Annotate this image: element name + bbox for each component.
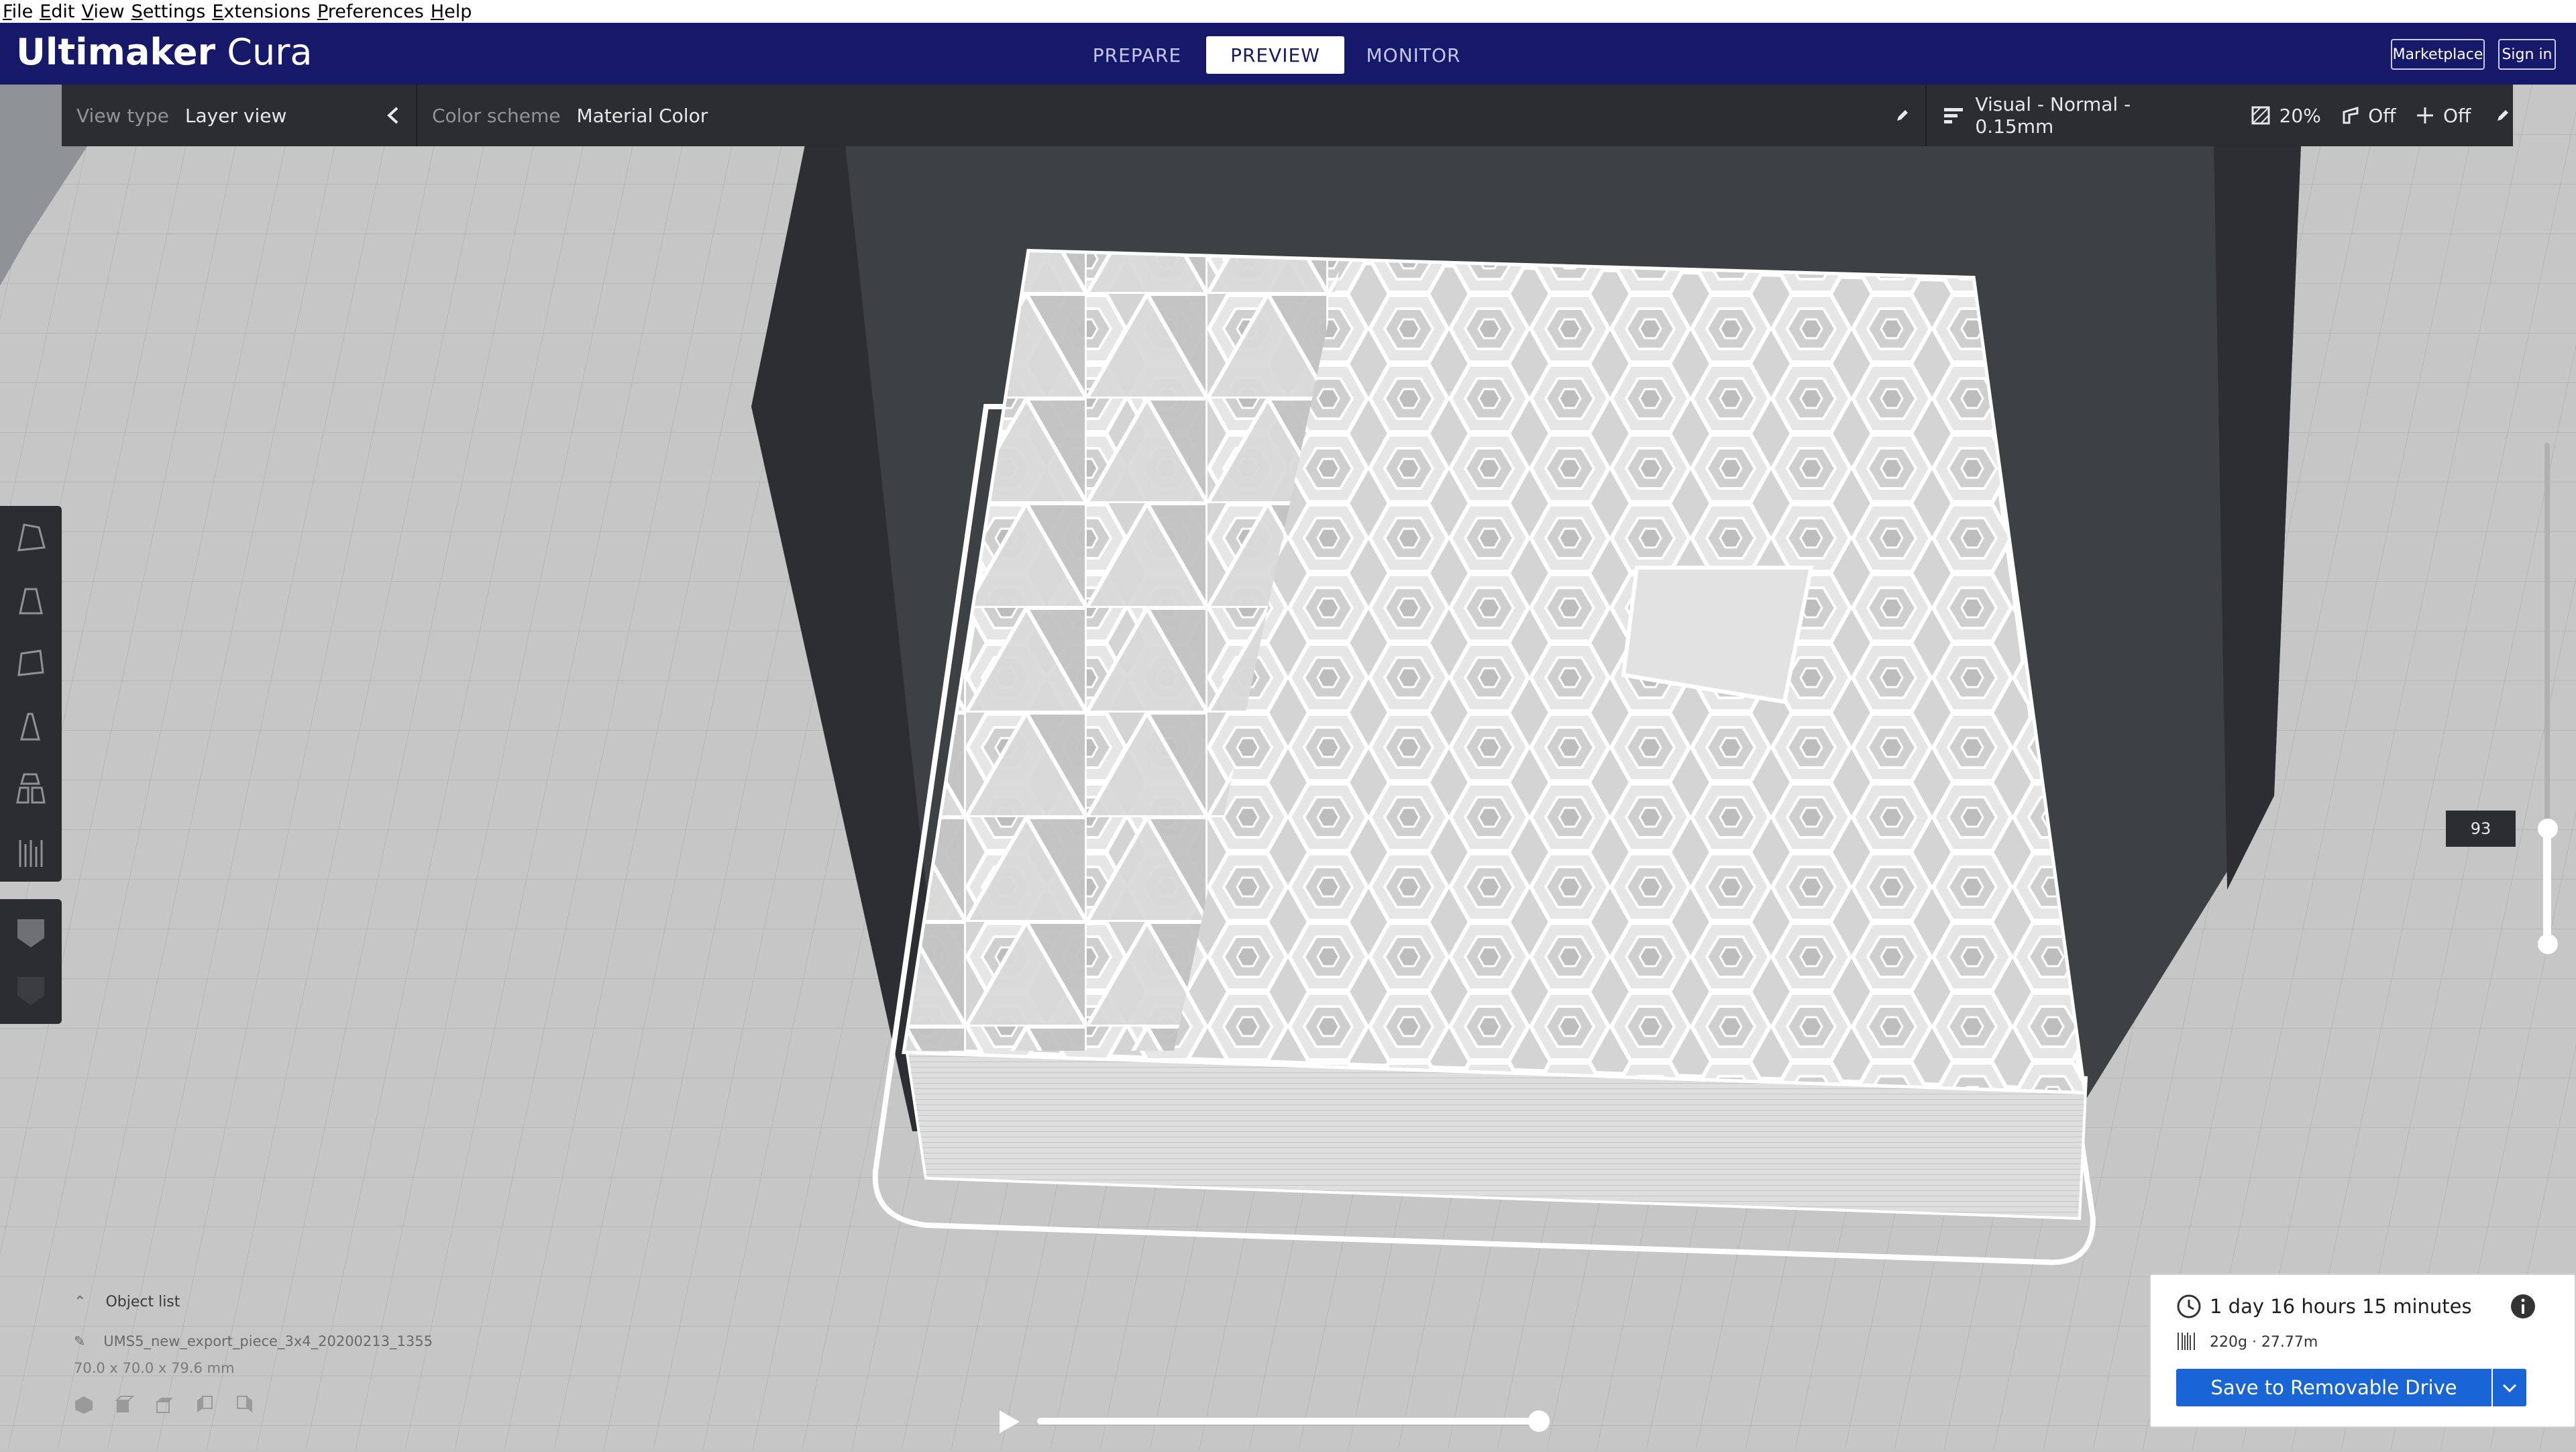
save-to-removable-drive-button[interactable]: Save to Removable Drive (2176, 1369, 2491, 1406)
scale-tool-icon[interactable] (12, 581, 50, 619)
app-logo: Ultimaker Cura (16, 31, 313, 73)
layer-slider-lower-handle[interactable] (2538, 934, 2558, 954)
path-slider-track[interactable] (1037, 1418, 1539, 1424)
pencil-icon: ✎ (74, 1333, 86, 1349)
profile-icon (1944, 108, 1963, 123)
infill-icon (2251, 106, 2270, 125)
transform-tools (0, 506, 62, 882)
extruder-2-icon[interactable] (12, 972, 50, 1009)
app-header: Ultimaker Cura PREPARE PREVIEW MONITOR M… (0, 23, 2576, 85)
layer-slider-range (2543, 829, 2551, 945)
spool-icon (2178, 1333, 2195, 1350)
color-scheme-selector[interactable]: Color scheme Material Color (432, 85, 708, 146)
object-filename: UMS5_new_export_piece_3x4_20200213_1355 (103, 1333, 433, 1349)
top-view-icon[interactable] (154, 1395, 174, 1415)
clock-icon (2177, 1294, 2201, 1318)
mirror-tool-icon[interactable] (12, 707, 50, 745)
rotate-tool-icon[interactable] (12, 644, 50, 682)
settings-pencil-icon[interactable] (2495, 107, 2513, 123)
support-value: Off (2368, 104, 2396, 127)
right-view-icon[interactable] (235, 1395, 255, 1415)
layer-slider-upper-handle[interactable] (2538, 819, 2558, 839)
stage-tabs: PREPARE PREVIEW MONITOR (1068, 36, 1483, 74)
adhesion-icon (2416, 107, 2433, 123)
support-blocker-icon[interactable] (12, 833, 50, 871)
color-scheme-value: Material Color (576, 104, 708, 127)
left-view-icon[interactable] (195, 1395, 215, 1415)
view-type-selector[interactable]: View type Layer view (76, 85, 286, 146)
pencil-icon[interactable] (1894, 85, 1911, 146)
marketplace-button[interactable]: Marketplace (2391, 39, 2485, 70)
info-icon[interactable] (2510, 1294, 2536, 1319)
logo-brand: Ultimaker (16, 31, 216, 73)
extruder-1-icon[interactable] (12, 914, 50, 951)
object-dimensions: 70.0 x 70.0 x 79.6 mm (74, 1360, 235, 1376)
tab-preview[interactable]: PREVIEW (1206, 36, 1344, 74)
material-usage: 220g · 27.77m (2210, 1334, 2318, 1351)
front-view-icon[interactable] (114, 1395, 134, 1415)
menu-file[interactable]: File (3, 1, 33, 22)
object-list-title: Object list (105, 1294, 180, 1310)
tab-prepare[interactable]: PREPARE (1068, 36, 1206, 74)
print-time: 1 day 16 hours 15 minutes (2210, 1295, 2472, 1318)
menu-settings[interactable]: Settings (131, 1, 206, 22)
object-list-toggle[interactable]: ⌃ Object list (74, 1294, 433, 1310)
camera-view-buttons (74, 1395, 433, 1415)
play-icon[interactable] (1000, 1410, 1020, 1433)
color-scheme-label: Color scheme (432, 104, 561, 127)
view-type-value: Layer view (184, 104, 287, 127)
view-type-label: View type (76, 104, 169, 127)
layer-view-scene (0, 85, 2576, 1449)
current-layer-input[interactable]: 93 (2446, 811, 2516, 847)
profile-name: Visual - Normal - 0.15mm (1975, 93, 2131, 138)
menu-bar: File Edit View Settings Extensions Prefe… (0, 0, 2576, 23)
output-device-dropdown[interactable] (2493, 1369, 2526, 1406)
tab-monitor[interactable]: MONITOR (1344, 36, 1483, 74)
sign-in-button[interactable]: Sign in (2498, 39, 2556, 70)
3d-view-icon[interactable] (74, 1395, 94, 1415)
infill-value: 20% (2279, 104, 2321, 127)
menu-edit[interactable]: Edit (40, 1, 74, 22)
3d-viewport[interactable] (0, 85, 2576, 1449)
object-list: ⌃ Object list ✎ UMS5_new_export_piece_3x… (74, 1294, 433, 1415)
extruder-tools (0, 899, 62, 1024)
view-toolbar: View type Layer view Color scheme Materi… (62, 85, 2513, 146)
chevron-up-icon: ⌃ (74, 1294, 87, 1310)
menu-preferences[interactable]: Preferences (317, 1, 424, 22)
chevron-down-icon (2502, 1384, 2517, 1393)
print-info-panel: 1 day 16 hours 15 minutes 220g · 27.77m … (2149, 1274, 2576, 1428)
support-icon (2343, 106, 2359, 124)
logo-product: Cura (227, 31, 313, 73)
move-tool-icon[interactable] (12, 518, 50, 556)
print-settings-selector[interactable]: Visual - Normal - 0.15mm 20% Off Off (1943, 85, 2513, 146)
object-filename-row[interactable]: ✎ UMS5_new_export_piece_3x4_20200213_135… (74, 1333, 433, 1349)
chevron-left-icon[interactable] (385, 85, 401, 146)
menu-help[interactable]: Help (431, 1, 472, 22)
menu-extensions[interactable]: Extensions (212, 1, 311, 22)
path-slider-handle[interactable] (1528, 1410, 1550, 1432)
per-model-settings-icon[interactable] (12, 770, 50, 808)
adhesion-value: Off (2443, 104, 2471, 127)
menu-view[interactable]: View (82, 1, 125, 22)
